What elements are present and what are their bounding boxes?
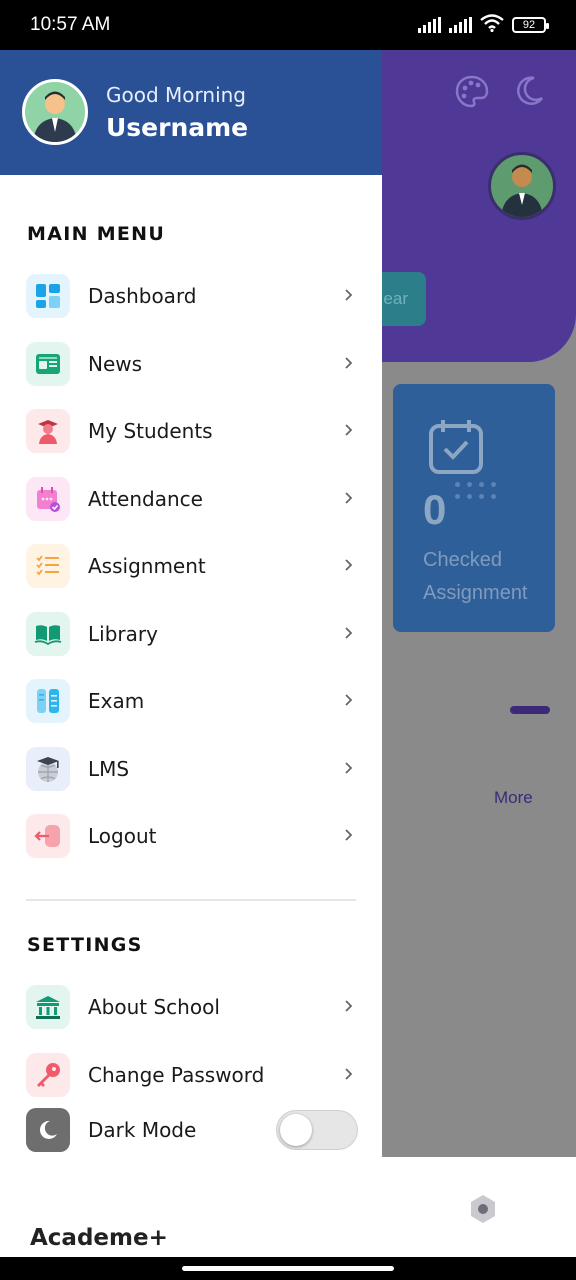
settings-title: SETTINGS <box>27 934 143 956</box>
menu-item-my-students[interactable]: My Students <box>26 408 358 454</box>
chevron-right-icon <box>344 625 354 644</box>
menu-item-label: LMS <box>88 757 130 781</box>
profile-avatar[interactable] <box>488 152 556 220</box>
checked-assignment-card[interactable]: 0 Checked Assignment <box>393 384 555 632</box>
greeting-text: Good Morning <box>106 83 246 107</box>
chevron-right-icon <box>344 692 354 711</box>
status-icons: 92 <box>418 14 549 36</box>
dark-mode-toggle[interactable] <box>276 1110 358 1150</box>
menu-item-label: Library <box>88 622 158 646</box>
menu-item-label: News <box>88 352 143 376</box>
school-icon <box>26 985 70 1029</box>
menu-item-label: Exam <box>88 689 145 713</box>
menu-item-dark-mode[interactable]: Dark Mode <box>26 1107 358 1153</box>
chevron-right-icon <box>344 827 354 846</box>
home-handle[interactable] <box>182 1266 394 1271</box>
battery-level: 92 <box>522 19 536 31</box>
menu-item-change-password[interactable]: Change Password <box>26 1052 358 1098</box>
menu-item-label: Dashboard <box>88 284 197 308</box>
menu-item-logout[interactable]: Logout <box>26 813 358 859</box>
palette-icon[interactable] <box>454 74 490 114</box>
chevron-right-icon <box>344 998 354 1017</box>
drawer-header: Good Morning Username <box>0 50 382 175</box>
battery-icon: 92 <box>512 17 549 33</box>
library-icon <box>26 612 70 656</box>
menu-item-label: Dark Mode <box>88 1118 197 1142</box>
chevron-right-icon <box>344 1066 354 1085</box>
moon-icon <box>26 1108 70 1152</box>
moon-icon[interactable] <box>512 74 546 112</box>
menu-item-exam[interactable]: Exam <box>26 678 358 724</box>
hexagon-icon[interactable] <box>469 1194 497 1228</box>
menu-item-dashboard[interactable]: Dashboard <box>26 273 358 319</box>
card-count: 0 <box>423 486 447 533</box>
year-chip-label: ear <box>383 289 408 308</box>
calendar-check-icon <box>427 418 485 480</box>
navigation-drawer: Good Morning Username MAIN MENU Dashboar… <box>0 50 382 1157</box>
menu-item-label: Attendance <box>88 487 203 511</box>
divider <box>26 899 356 901</box>
menu-item-label: Assignment <box>88 554 206 578</box>
bottom-area: Academe+ <box>0 1157 576 1257</box>
news-icon <box>26 342 70 386</box>
assignment-icon <box>26 544 70 588</box>
more-link[interactable]: More <box>494 788 533 808</box>
dashboard-icon <box>26 274 70 318</box>
chevron-right-icon <box>344 760 354 779</box>
system-nav-bar <box>0 1257 576 1280</box>
toggle-knob[interactable] <box>280 1114 312 1146</box>
card-label-line1: Checked <box>423 549 502 571</box>
user-avatar[interactable] <box>22 79 88 145</box>
menu-item-attendance[interactable]: Attendance <box>26 476 358 522</box>
menu-item-assignment[interactable]: Assignment <box>26 543 358 589</box>
lms-icon <box>26 747 70 791</box>
username: Username <box>106 113 249 142</box>
app-name: Academe+ <box>30 1225 168 1251</box>
signal-icon <box>418 17 441 33</box>
menu-item-label: Logout <box>88 824 157 848</box>
decorative-dots <box>455 482 496 499</box>
chevron-right-icon <box>344 287 354 306</box>
chevron-right-icon <box>344 355 354 374</box>
menu-item-news[interactable]: News <box>26 341 358 387</box>
key-icon <box>26 1053 70 1097</box>
wifi-icon <box>480 14 504 36</box>
status-time: 10:57 AM <box>30 14 111 35</box>
menu-item-about-school[interactable]: About School <box>26 984 358 1030</box>
exam-icon <box>26 679 70 723</box>
chevron-right-icon <box>344 422 354 441</box>
menu-item-label: Change Password <box>88 1063 265 1087</box>
student-icon <box>26 409 70 453</box>
menu-item-library[interactable]: Library <box>26 611 358 657</box>
card-label-line2: Assignment <box>423 582 528 604</box>
menu-item-label: About School <box>88 995 220 1019</box>
signal-icon <box>449 17 472 33</box>
page-indicator <box>510 706 550 714</box>
chevron-right-icon <box>344 557 354 576</box>
menu-item-label: My Students <box>88 419 213 443</box>
main-menu-title: MAIN MENU <box>27 223 166 245</box>
logout-icon <box>26 814 70 858</box>
attendance-icon <box>26 477 70 521</box>
menu-item-lms[interactable]: LMS <box>26 746 358 792</box>
status-bar: 10:57 AM 92 <box>0 0 576 50</box>
card-label: Checked Assignment <box>423 544 528 610</box>
chevron-right-icon <box>344 490 354 509</box>
